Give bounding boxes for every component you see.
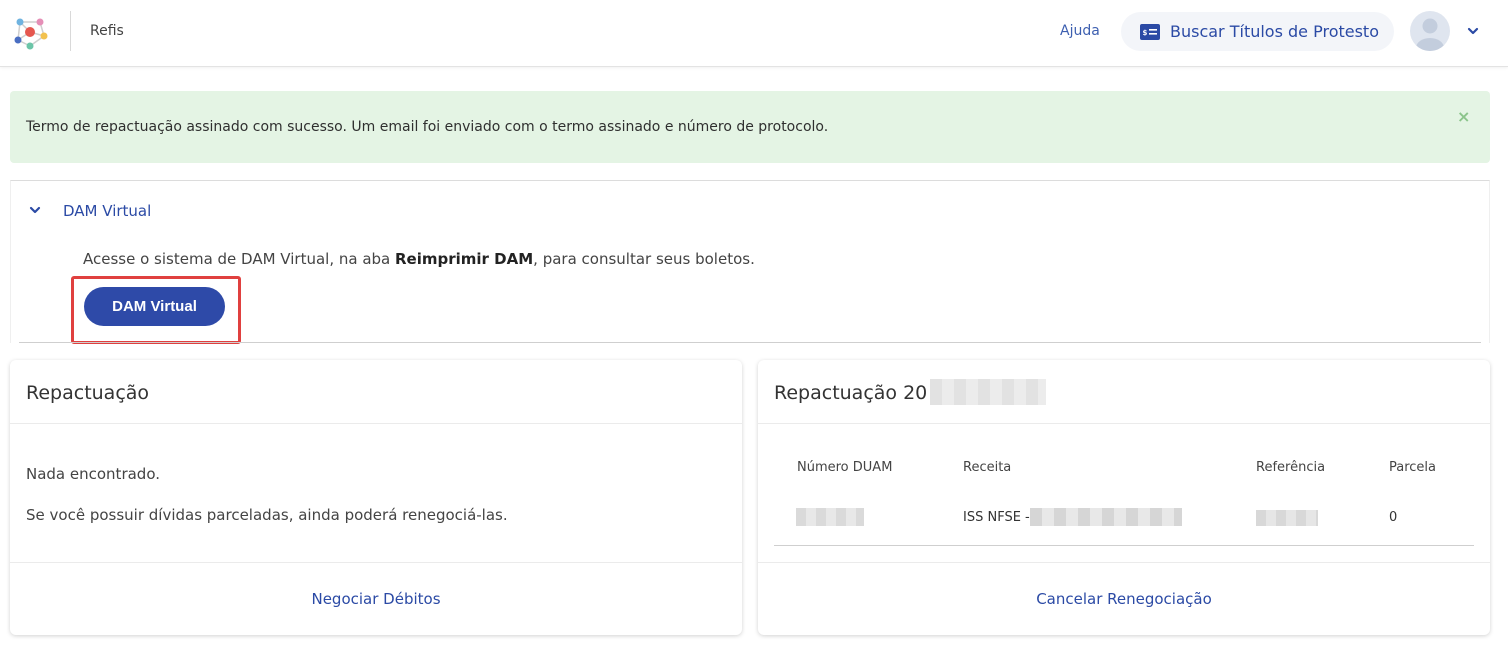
chevron-down-icon[interactable]	[1466, 24, 1480, 38]
description-bold: Reimprimir DAM	[395, 250, 534, 268]
repactuation-detail-card: Repactuação 20 Número DUAM Receita Refer…	[758, 360, 1490, 635]
redacted-text	[930, 379, 1046, 405]
card-divider	[758, 562, 1490, 563]
description-text-end: , para consultar seus boletos.	[533, 250, 755, 268]
dam-virtual-panel: DAM Virtual Acesse o sistema de DAM Virt…	[10, 180, 1490, 344]
id-card-icon: $	[1140, 23, 1160, 40]
cancel-renegotiation-link[interactable]: Cancelar Renegociação	[758, 590, 1490, 608]
column-header-referencia: Referência	[1256, 460, 1326, 475]
chevron-down-icon[interactable]	[28, 203, 42, 217]
column-header-duam: Número DUAM	[797, 460, 893, 475]
card-title: Repactuação	[26, 382, 150, 404]
card-divider	[10, 423, 742, 424]
receita-cell: ISS NFSE -	[963, 510, 1030, 525]
section-divider	[19, 342, 1481, 343]
app-name: Refis	[90, 23, 124, 39]
renegotiate-hint: Se você possuir dívidas parceladas, aind…	[26, 506, 508, 524]
close-icon[interactable]: ×	[1457, 107, 1470, 126]
repactuation-card: Repactuação Nada encontrado. Se você pos…	[10, 360, 742, 635]
search-protest-titles-button[interactable]: $ Buscar Títulos de Protesto	[1121, 12, 1394, 51]
top-bar: Refis Ajuda $ Buscar Títulos de Protesto	[0, 0, 1508, 67]
table-divider	[774, 545, 1474, 546]
redacted-receita	[1030, 508, 1182, 526]
card-divider	[10, 562, 742, 563]
description-text: Acesse o sistema de DAM Virtual, na aba	[83, 250, 395, 268]
dam-virtual-description: Acesse o sistema de DAM Virtual, na aba …	[83, 250, 755, 268]
redacted-referencia	[1256, 510, 1318, 526]
negotiate-debts-link[interactable]: Negociar Débitos	[10, 590, 742, 608]
dam-virtual-title[interactable]: DAM Virtual	[63, 202, 151, 220]
parcela-cell: 0	[1389, 510, 1398, 525]
alert-message: Termo de repactuação assinado com sucess…	[26, 119, 829, 135]
user-avatar-icon[interactable]	[1410, 11, 1450, 51]
card-title: Repactuação 20	[774, 382, 928, 404]
column-header-parcela: Parcela	[1389, 460, 1437, 475]
success-alert: Termo de repactuação assinado com sucess…	[10, 91, 1490, 163]
empty-message: Nada encontrado.	[26, 465, 161, 483]
header-divider	[70, 11, 71, 51]
redacted-duam	[796, 508, 864, 526]
svg-text:$: $	[1143, 29, 1148, 37]
dam-virtual-button[interactable]: DAM Virtual	[84, 287, 225, 326]
logo-icon[interactable]	[10, 12, 50, 52]
search-protest-titles-label: Buscar Títulos de Protesto	[1170, 22, 1379, 41]
card-divider	[758, 423, 1490, 424]
column-header-receita: Receita	[963, 460, 1012, 475]
help-link[interactable]: Ajuda	[1060, 23, 1100, 39]
